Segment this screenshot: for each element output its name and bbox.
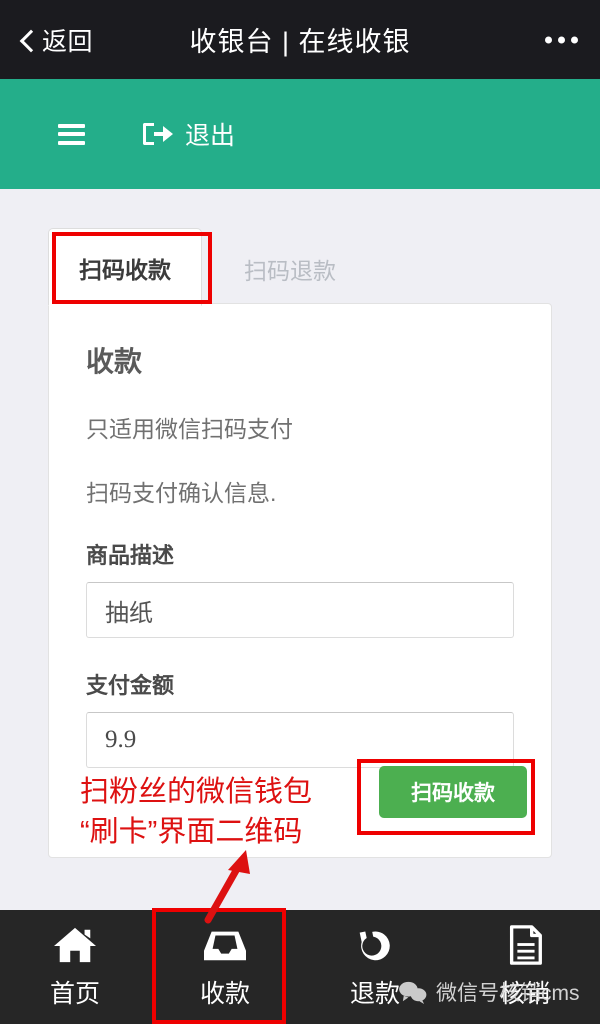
payment-card: 收款 只适用微信扫码支付 扫码支付确认信息. 商品描述 抽纸 支付金额 9.9 … [48, 303, 552, 858]
home-icon [52, 924, 98, 966]
app-toolbar: 退出 [0, 79, 600, 189]
title-bar: 返回 收银台 | 在线收银 [0, 0, 600, 79]
page-title: 收银台 | 在线收银 [189, 27, 411, 57]
card-desc-line1: 只适用微信扫码支付 [86, 416, 293, 442]
card-heading: 收款 [86, 346, 143, 377]
nav-item-collect[interactable]: 收款 [150, 910, 300, 1024]
app-screen: 返回 收银台 | 在线收银 退出 扫码收款 扫码退款 收款 只适用微信扫码支付 … [0, 0, 600, 1024]
sign-out-icon [143, 122, 173, 146]
tab-scan-refund[interactable]: 扫码退款 [202, 230, 378, 306]
tab-scan-collect[interactable]: 扫码收款 [48, 228, 202, 306]
annotation-arrow-icon [204, 850, 250, 924]
nav-label-refund: 退款 [349, 980, 400, 1008]
payment-amount-label: 支付金额 [86, 673, 175, 698]
payment-amount-input[interactable]: 9.9 [86, 712, 514, 768]
more-horizontal-icon[interactable] [545, 36, 578, 43]
card-desc-line2: 扫码支付确认信息. [86, 480, 277, 506]
nav-label-home: 首页 [49, 980, 100, 1008]
document-icon [502, 924, 548, 966]
wechat-icon [398, 980, 428, 1004]
logout-button[interactable]: 退出 [143, 116, 235, 152]
hamburger-menu-icon[interactable] [58, 123, 85, 145]
tab-bar: 扫码收款 扫码退款 [48, 228, 378, 306]
wechat-watermark: 微信号核销cms [398, 977, 580, 1007]
product-description-label: 商品描述 [86, 543, 175, 568]
watermark-text: 微信号核销cms [436, 982, 580, 1005]
undo-arrow-icon [352, 924, 398, 966]
scan-collect-button[interactable]: 扫码收款 [379, 766, 527, 818]
inbox-icon [202, 924, 248, 966]
product-description-input[interactable]: 抽纸 [86, 582, 514, 638]
nav-item-home[interactable]: 首页 [0, 910, 150, 1024]
nav-label-collect: 收款 [199, 980, 250, 1008]
logout-label: 退出 [185, 122, 236, 150]
